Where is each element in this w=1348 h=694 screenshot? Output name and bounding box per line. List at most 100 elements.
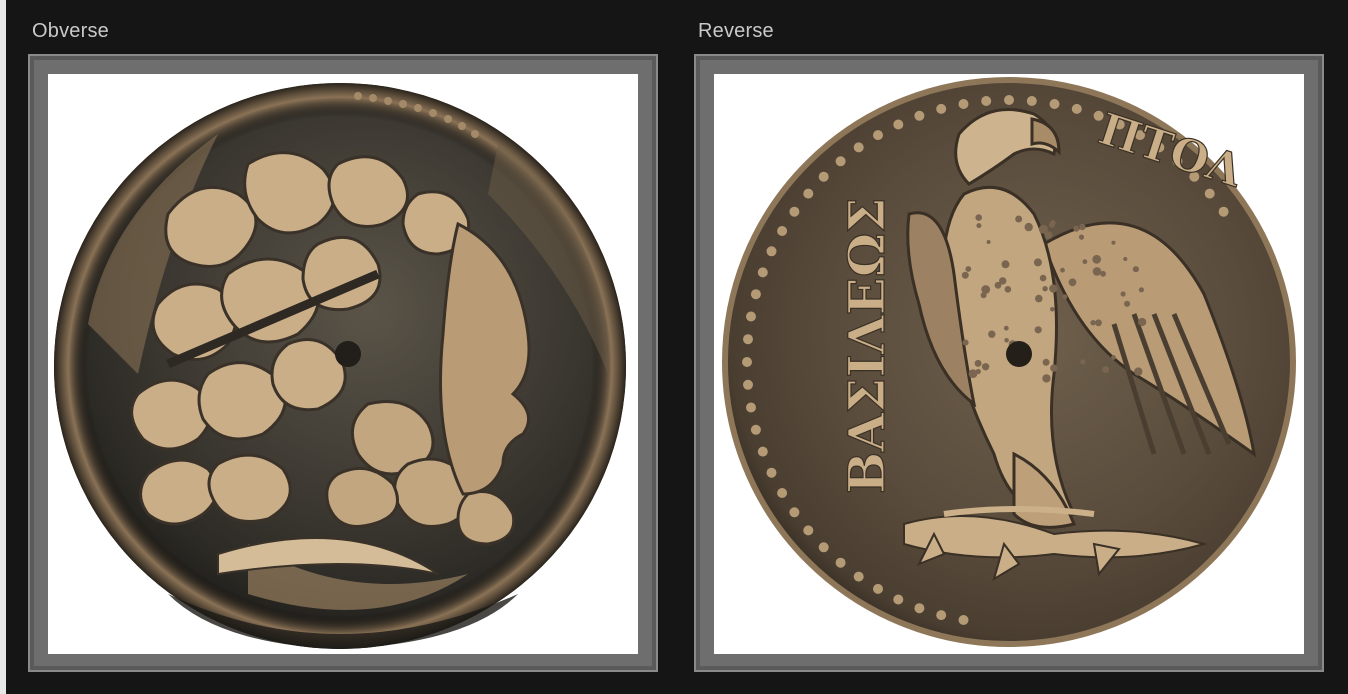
feather-texture-dot: [1090, 320, 1096, 326]
feather-texture-dot: [1138, 317, 1147, 327]
rim-bead: [746, 402, 756, 413]
reverse-label: Reverse: [698, 20, 774, 42]
feather-texture-dot: [1134, 367, 1143, 376]
rim-bead: [853, 142, 864, 153]
feather-texture-dot: [1050, 364, 1058, 372]
feather-texture-dot: [1132, 266, 1139, 273]
rim-bead: [750, 289, 761, 300]
rim-bead: [818, 542, 829, 553]
obverse-label: Obverse: [32, 20, 109, 42]
feather-texture-dot: [975, 368, 981, 375]
feather-texture-dot: [1073, 225, 1080, 232]
feather-texture-dot: [1001, 260, 1010, 269]
obverse-image[interactable]: [48, 74, 638, 654]
rim-bead: [743, 334, 753, 345]
rim-bead: [958, 615, 969, 625]
feather-texture-dot: [980, 292, 987, 299]
feather-texture-dot: [1049, 284, 1058, 293]
feather-texture-dot: [999, 277, 1007, 285]
feather-texture-dot: [1092, 254, 1102, 264]
feather-texture-dot: [1024, 222, 1033, 232]
feather-texture-dot: [1050, 307, 1055, 312]
rim-bead: [1218, 206, 1229, 217]
rim-bead: [835, 557, 846, 568]
feather-texture-dot: [1062, 294, 1068, 300]
rim-bead: [789, 507, 800, 518]
feather-texture-dot: [1138, 287, 1144, 293]
feather-texture-dot: [1004, 286, 1012, 293]
feather-texture-dot: [1080, 359, 1086, 365]
feather-texture-dot: [1003, 325, 1009, 331]
feather-texture-dot: [1120, 291, 1126, 297]
rim-bead: [835, 156, 846, 167]
obverse-coin-graphic: [54, 83, 626, 649]
rim-bead: [803, 525, 814, 536]
feather-texture-dot: [1042, 286, 1048, 292]
reverse-image[interactable]: ΒΑΣΙΛΕΩΣ ΠΤΟΛ: [714, 74, 1304, 654]
feather-texture-dot: [1095, 319, 1102, 327]
feather-texture-dot: [1102, 366, 1110, 373]
feather-texture-dot: [965, 266, 972, 272]
reverse-legend-left: ΒΑΣΙΛΕΩΣ: [836, 197, 896, 495]
obverse-frame: [28, 54, 658, 672]
rim-bead: [936, 610, 947, 621]
feather-texture-dot: [1042, 358, 1050, 366]
feather-texture-dot: [1039, 274, 1047, 282]
rim-bead: [757, 267, 768, 278]
coin-viewer: Obverse Reverse ΒΑΣΙΛΕΩΣ ΠΤΟΛ: [0, 0, 1348, 694]
rim-bead: [1004, 95, 1014, 105]
rim-bead: [750, 424, 761, 435]
rim-bead: [853, 571, 864, 582]
rim-bead: [743, 379, 753, 390]
feather-texture-dot: [1123, 256, 1128, 262]
rim-bead: [803, 188, 814, 199]
rim-bead: [777, 488, 788, 498]
feather-texture-dot: [1004, 338, 1009, 343]
feather-texture-dot: [1092, 267, 1102, 276]
reverse-coin-graphic: ΒΑΣΙΛΕΩΣ ΠΤΟΛ: [722, 77, 1296, 647]
feather-texture-dot: [1034, 326, 1042, 334]
feather-texture-dot: [1078, 234, 1085, 240]
feather-texture-dot: [1033, 258, 1042, 267]
feather-texture-dot: [976, 223, 982, 229]
feather-texture-dot: [974, 359, 982, 367]
feather-texture-dot: [1111, 240, 1116, 245]
feather-texture-dot: [1060, 267, 1065, 273]
feather-texture-dot: [1124, 300, 1131, 307]
rim-bead: [893, 594, 904, 605]
rim-bead: [757, 446, 768, 457]
feather-texture-dot: [1082, 259, 1088, 265]
left-edge-rail: [0, 0, 6, 694]
reverse-frame: ΒΑΣΙΛΕΩΣ ΠΤΟΛ: [694, 54, 1324, 672]
svg-text:ΒΑΣΙΛΕΩΣ: ΒΑΣΙΛΕΩΣ: [837, 197, 896, 494]
rim-bead: [873, 583, 883, 594]
rim-bead: [742, 357, 752, 367]
feather-texture-dot: [962, 339, 969, 346]
feather-texture-dot: [986, 240, 991, 244]
rim-bead: [1026, 96, 1037, 106]
feather-texture-dot: [981, 363, 990, 371]
rim-bead: [914, 110, 925, 121]
feather-texture-dot: [975, 214, 982, 221]
rim-bead: [958, 99, 969, 109]
feather-texture-dot: [1044, 231, 1053, 240]
rim-bead: [818, 171, 829, 182]
rim-bead: [1071, 103, 1082, 114]
rim-bead: [873, 130, 883, 141]
rim-bead: [936, 103, 947, 114]
rim-bead: [777, 226, 788, 236]
rim-bead: [981, 96, 992, 106]
feather-texture-dot: [988, 330, 996, 338]
rim-bead: [746, 311, 756, 322]
rim-bead: [766, 246, 777, 257]
rim-bead: [1093, 110, 1104, 121]
feather-texture-dot: [1015, 215, 1023, 223]
feather-texture-dot: [1068, 278, 1077, 287]
feather-texture-dot: [1042, 374, 1051, 383]
feather-texture-dot: [1049, 222, 1055, 228]
feather-texture-dot: [1111, 355, 1116, 360]
rim-bead: [1049, 99, 1060, 109]
rim-bead: [893, 119, 904, 130]
rim-bead: [766, 467, 777, 478]
rim-bead: [914, 603, 925, 614]
